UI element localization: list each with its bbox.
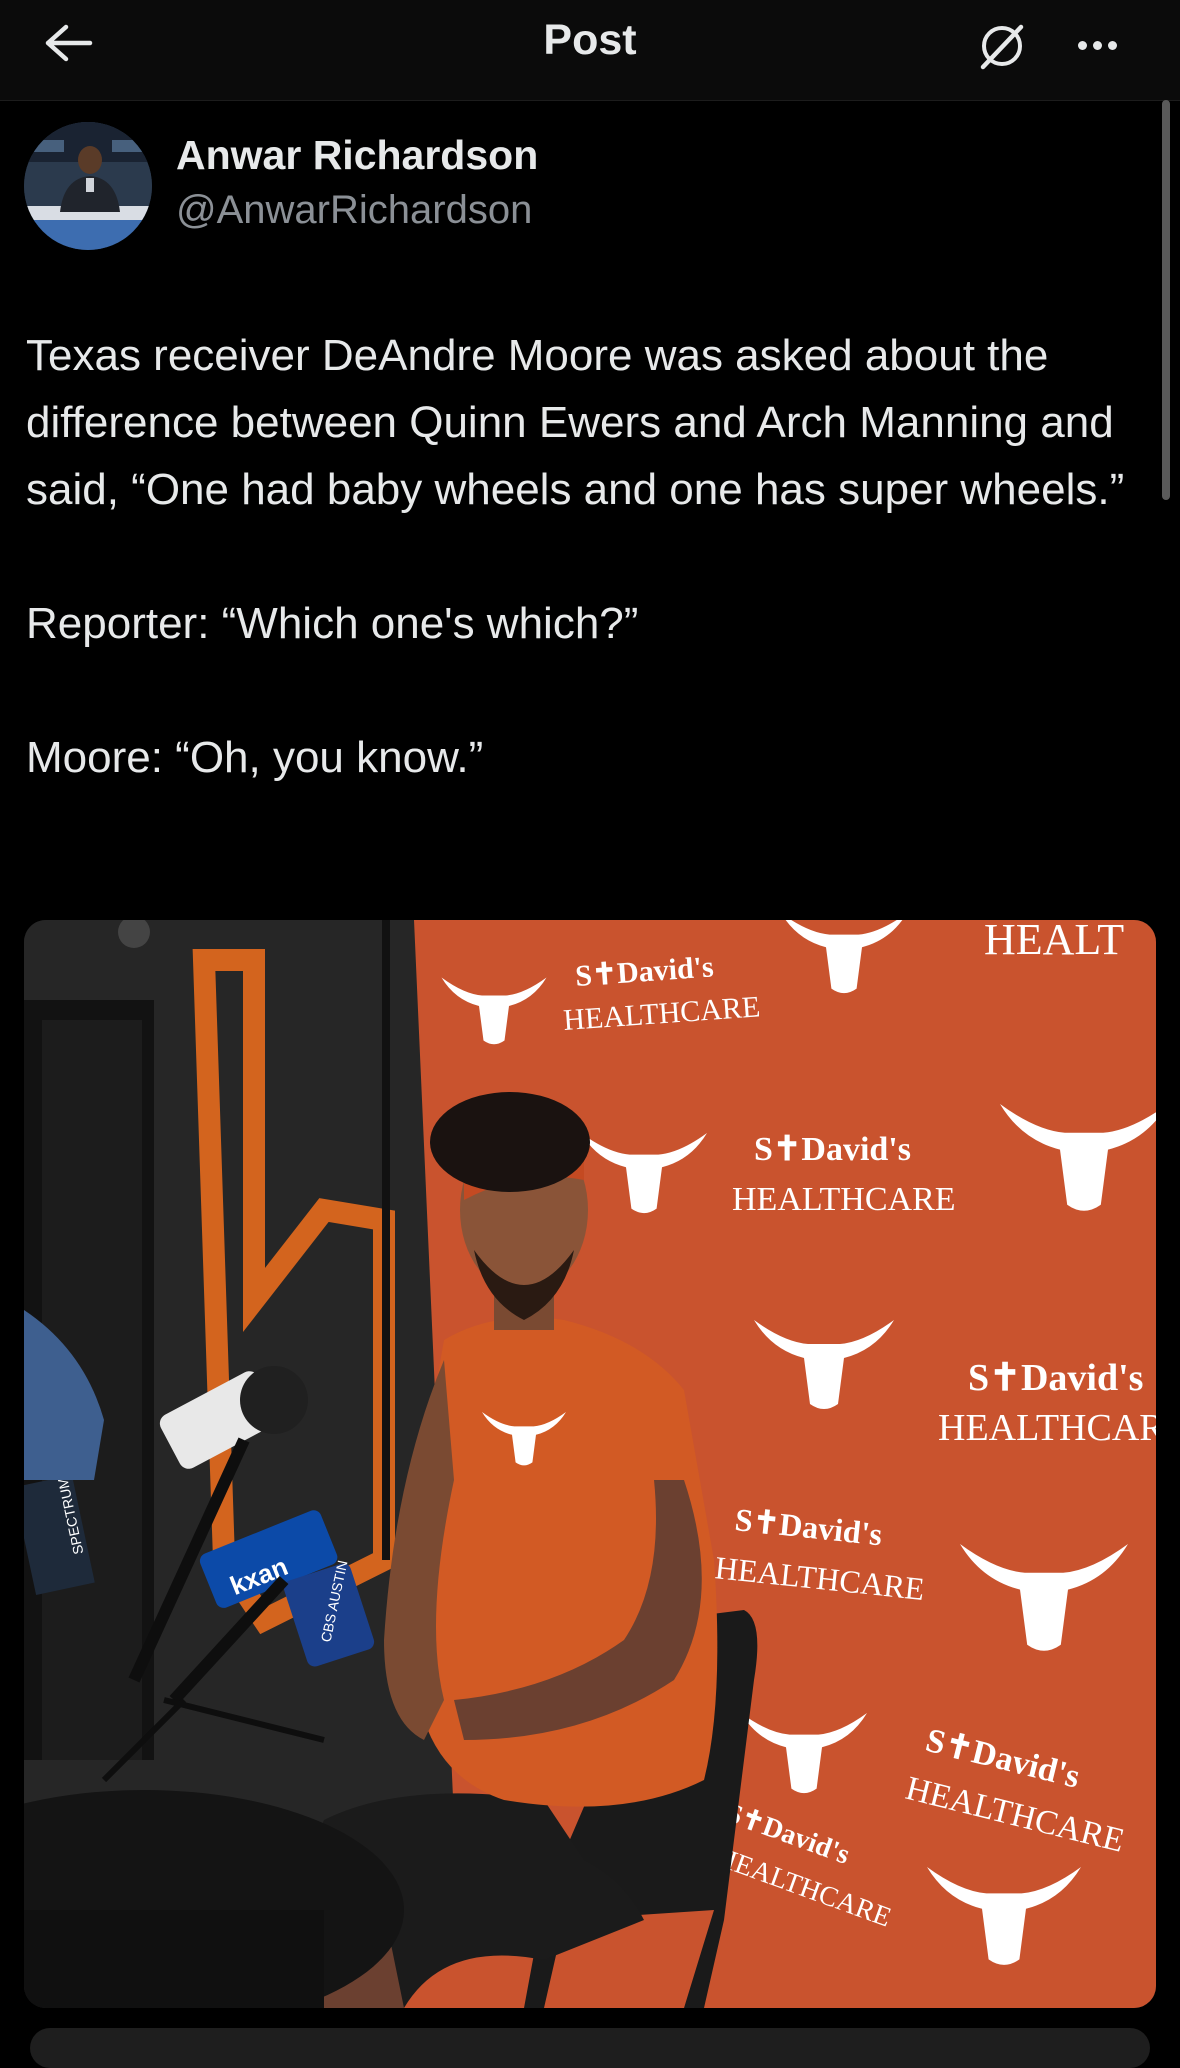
post-paragraph: Moore: “Oh, you know.” — [26, 733, 484, 782]
post-paragraph: Reporter: “Which one's which?” — [26, 599, 639, 648]
author-handle[interactable]: @AnwarRichardson — [176, 188, 532, 233]
grok-icon — [980, 24, 1024, 70]
grok-button[interactable] — [972, 16, 1032, 76]
bottom-reply-bar[interactable] — [30, 2028, 1150, 2068]
backdrop-brand-text: HEALTHCARE — [938, 1407, 1156, 1449]
post-text: Texas receiver DeAndre Moore was asked a… — [26, 322, 1146, 791]
backdrop-brand-text: S✝David's — [968, 1357, 1143, 1399]
avatar[interactable] — [24, 122, 152, 250]
scrollbar[interactable] — [1162, 100, 1170, 500]
backdrop-brand-text: HEALTHCARE — [732, 1181, 956, 1218]
top-bar: Post — [0, 0, 1180, 101]
arrow-left-icon — [45, 24, 93, 62]
more-horizontal-icon — [1077, 40, 1087, 50]
post-image[interactable]: S✝David's HEALTHCARE S✝David's HEALTHCAR… — [24, 920, 1156, 2008]
post-paragraph: Texas receiver DeAndre Moore was asked a… — [26, 331, 1125, 514]
author-name[interactable]: Anwar Richardson — [176, 132, 538, 179]
back-button[interactable] — [38, 18, 98, 68]
more-options-button[interactable] — [1062, 20, 1132, 70]
backdrop-brand-text: HEALT — [984, 920, 1124, 964]
backdrop-brand-text: S✝David's — [754, 1131, 911, 1168]
